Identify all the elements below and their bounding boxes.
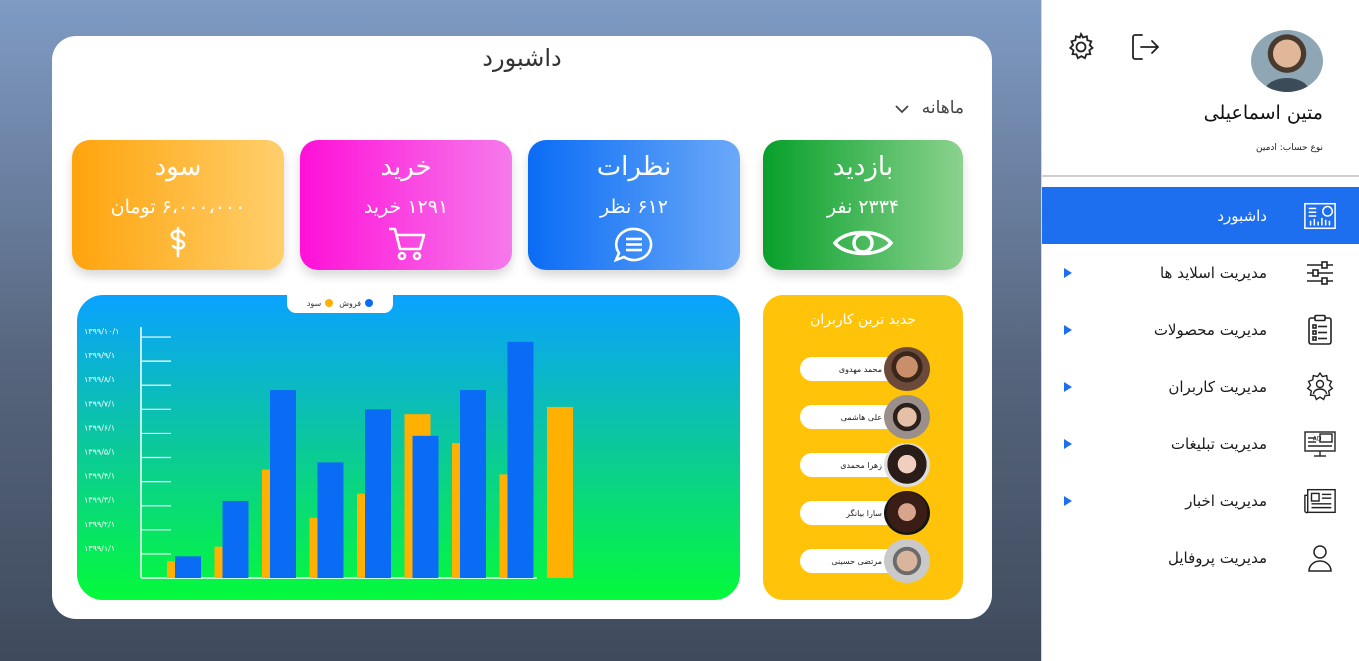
list-item[interactable]: علی هاشمی: [800, 395, 930, 439]
avatar: [1251, 30, 1323, 92]
legend-label: سود: [306, 298, 322, 308]
legend-label: فروش: [339, 298, 362, 308]
bar-sales: [270, 390, 296, 578]
stat-value: ۶۱۲ نظر: [599, 196, 669, 218]
bar-sales: [460, 390, 486, 578]
clipboard-list-icon: [1303, 313, 1337, 347]
play-arrow-icon: [1064, 324, 1072, 335]
stat-card-visits[interactable]: بازدید ۲۳۳۴ نفر: [763, 140, 963, 270]
chart-legend: فروش سود: [287, 293, 393, 313]
sidebar-item-users[interactable]: مدیریت کاربران: [1042, 358, 1359, 415]
avatar: [884, 347, 930, 391]
sidebar-item-profile[interactable]: مدیریت پروفایل: [1042, 529, 1359, 586]
bar-sales: [507, 341, 534, 578]
avatar: [884, 395, 930, 439]
list-item[interactable]: محمد مهدوی: [800, 347, 930, 391]
bar-sales: [175, 556, 201, 578]
y-tick-label: ۱۳۹۹/۷/۱: [84, 399, 115, 408]
bar-sales: [317, 462, 344, 578]
sliders-icon: [1303, 256, 1337, 290]
legend-item-sales[interactable]: فروش: [339, 298, 374, 308]
y-tick-label: ۱۳۹۹/۱۰/۱: [84, 327, 119, 336]
y-tick-label: ۱۳۹۹/۲/۱: [84, 520, 115, 529]
bar-sales: [412, 435, 439, 578]
sidebar-divider: [1042, 175, 1359, 177]
user-role: نوع حساب: ادمین: [1256, 143, 1323, 153]
stat-card-comments[interactable]: نظرات ۶۱۲ نظر: [528, 140, 740, 270]
logout-icon[interactable]: [1128, 30, 1162, 64]
new-users-panel: جدید ترین کاربران محمد مهدوی علی هاشمی ز…: [763, 295, 963, 600]
sidebar-item-label: مدیریت پروفایل: [1167, 548, 1267, 567]
sidebar-item-label: مدیریت تبلیغات: [1170, 434, 1267, 453]
sidebar-item-news[interactable]: مدیریت اخبار: [1042, 472, 1359, 529]
sidebar-item-label: داشبورد: [1217, 206, 1267, 225]
eye-icon: [763, 226, 963, 260]
sales-chart: فروش سود ۱۳۹۹/۱/۱ ۱۳۹۹/۲/۱ ۱۳۹۹/۳/۱ ۱۳۹۹/۴/…: [77, 293, 740, 600]
y-tick-label: ۱۳۹۹/۱/۱: [84, 544, 115, 553]
new-users-title: جدید ترین کاربران: [810, 312, 916, 328]
bar-sales: [222, 500, 249, 578]
y-tick-label: ۱۳۹۹/۶/۱: [84, 423, 115, 432]
list-item[interactable]: زهرا محمدی: [800, 443, 930, 487]
page-title: داشبورد: [482, 44, 562, 72]
sidebar-menu: داشبورد مدیریت اسلاید ها مدیریت محصولات …: [1042, 187, 1359, 586]
user-name: متین اسماعیلی: [1203, 102, 1323, 124]
y-tick-label: ۱۳۹۹/۳/۱: [84, 496, 115, 505]
legend-swatch-profit: [325, 299, 334, 307]
stat-value: ۶،۰۰۰،۰۰۰ تومان: [110, 196, 246, 218]
sidebar-top-actions: [1064, 30, 1162, 64]
stat-title: خرید: [380, 152, 432, 182]
stat-card-profit[interactable]: سود ۶،۰۰۰،۰۰۰ تومان: [72, 140, 284, 270]
avatar: [884, 491, 930, 535]
bar-profit: [547, 406, 573, 578]
chevron-down-icon: [894, 99, 910, 118]
play-arrow-icon: [1064, 381, 1072, 392]
sidebar-item-label: مدیریت اسلاید ها: [1159, 263, 1267, 282]
gear-icon[interactable]: [1064, 30, 1098, 64]
stat-value: ۲۳۳۴ نفر: [826, 196, 900, 218]
newspaper-icon: [1303, 484, 1337, 518]
play-arrow-icon: [1064, 438, 1072, 449]
user-gear-icon: [1303, 370, 1337, 404]
chart-plot: ۱۳۹۹/۱/۱ ۱۳۹۹/۲/۱ ۱۳۹۹/۳/۱ ۱۳۹۹/۴/۱ ۱۳۹۹/۵/۱…: [84, 327, 573, 579]
dollar-icon: [72, 226, 284, 258]
sidebar-item-dashboard[interactable]: داشبورد: [1042, 187, 1359, 244]
list-item[interactable]: سارا بیانگر: [800, 491, 930, 535]
period-label: ماهانه: [921, 98, 964, 118]
sidebar-item-label: مدیریت اخبار: [1185, 491, 1267, 510]
dashboard-panel: داشبورد ماهانه بازدید ۲۳۳۴ نفر نظرات ۶۱۲…: [52, 36, 992, 619]
list-item[interactable]: مرتضی حسینی: [800, 539, 930, 583]
sidebar-item-label: مدیریت کاربران: [1168, 377, 1267, 396]
legend-swatch-sales: [365, 299, 374, 307]
dashboard-icon: [1303, 199, 1337, 233]
stat-title: نظرات: [596, 152, 672, 182]
y-tick-label: ۱۳۹۹/۵/۱: [84, 448, 115, 457]
sidebar-item-label: مدیریت محصولات: [1153, 320, 1267, 339]
avatar: [884, 443, 930, 487]
y-tick-label: ۱۳۹۹/۸/۱: [84, 375, 115, 384]
sidebar-item-ads[interactable]: AD مدیریت تبلیغات: [1042, 415, 1359, 472]
stat-value: ۱۲۹۱ خرید: [363, 196, 449, 218]
y-tick-label: ۱۳۹۹/۹/۱: [84, 351, 115, 360]
sidebar-item-products[interactable]: مدیریت محصولات: [1042, 301, 1359, 358]
stat-title: سود: [154, 152, 202, 182]
bar-sales: [365, 409, 391, 578]
chat-bubble-icon: [528, 226, 740, 264]
play-arrow-icon: [1064, 267, 1072, 278]
user-icon: [1303, 541, 1337, 575]
stat-card-purchases[interactable]: خرید ۱۲۹۱ خرید: [300, 140, 512, 270]
sidebar: متین اسماعیلی نوع حساب: ادمین داشبورد مد…: [1041, 0, 1359, 661]
y-tick-label: ۱۳۹۹/۴/۱: [84, 472, 115, 481]
ad-monitor-icon: AD: [1303, 427, 1337, 461]
avatar: [884, 539, 930, 583]
legend-item-profit[interactable]: سود: [306, 298, 334, 308]
cart-icon: [300, 226, 512, 262]
stat-title: بازدید: [832, 152, 894, 182]
period-dropdown[interactable]: ماهانه: [894, 98, 964, 118]
play-arrow-icon: [1064, 495, 1072, 506]
sidebar-item-sliders[interactable]: مدیریت اسلاید ها: [1042, 244, 1359, 301]
